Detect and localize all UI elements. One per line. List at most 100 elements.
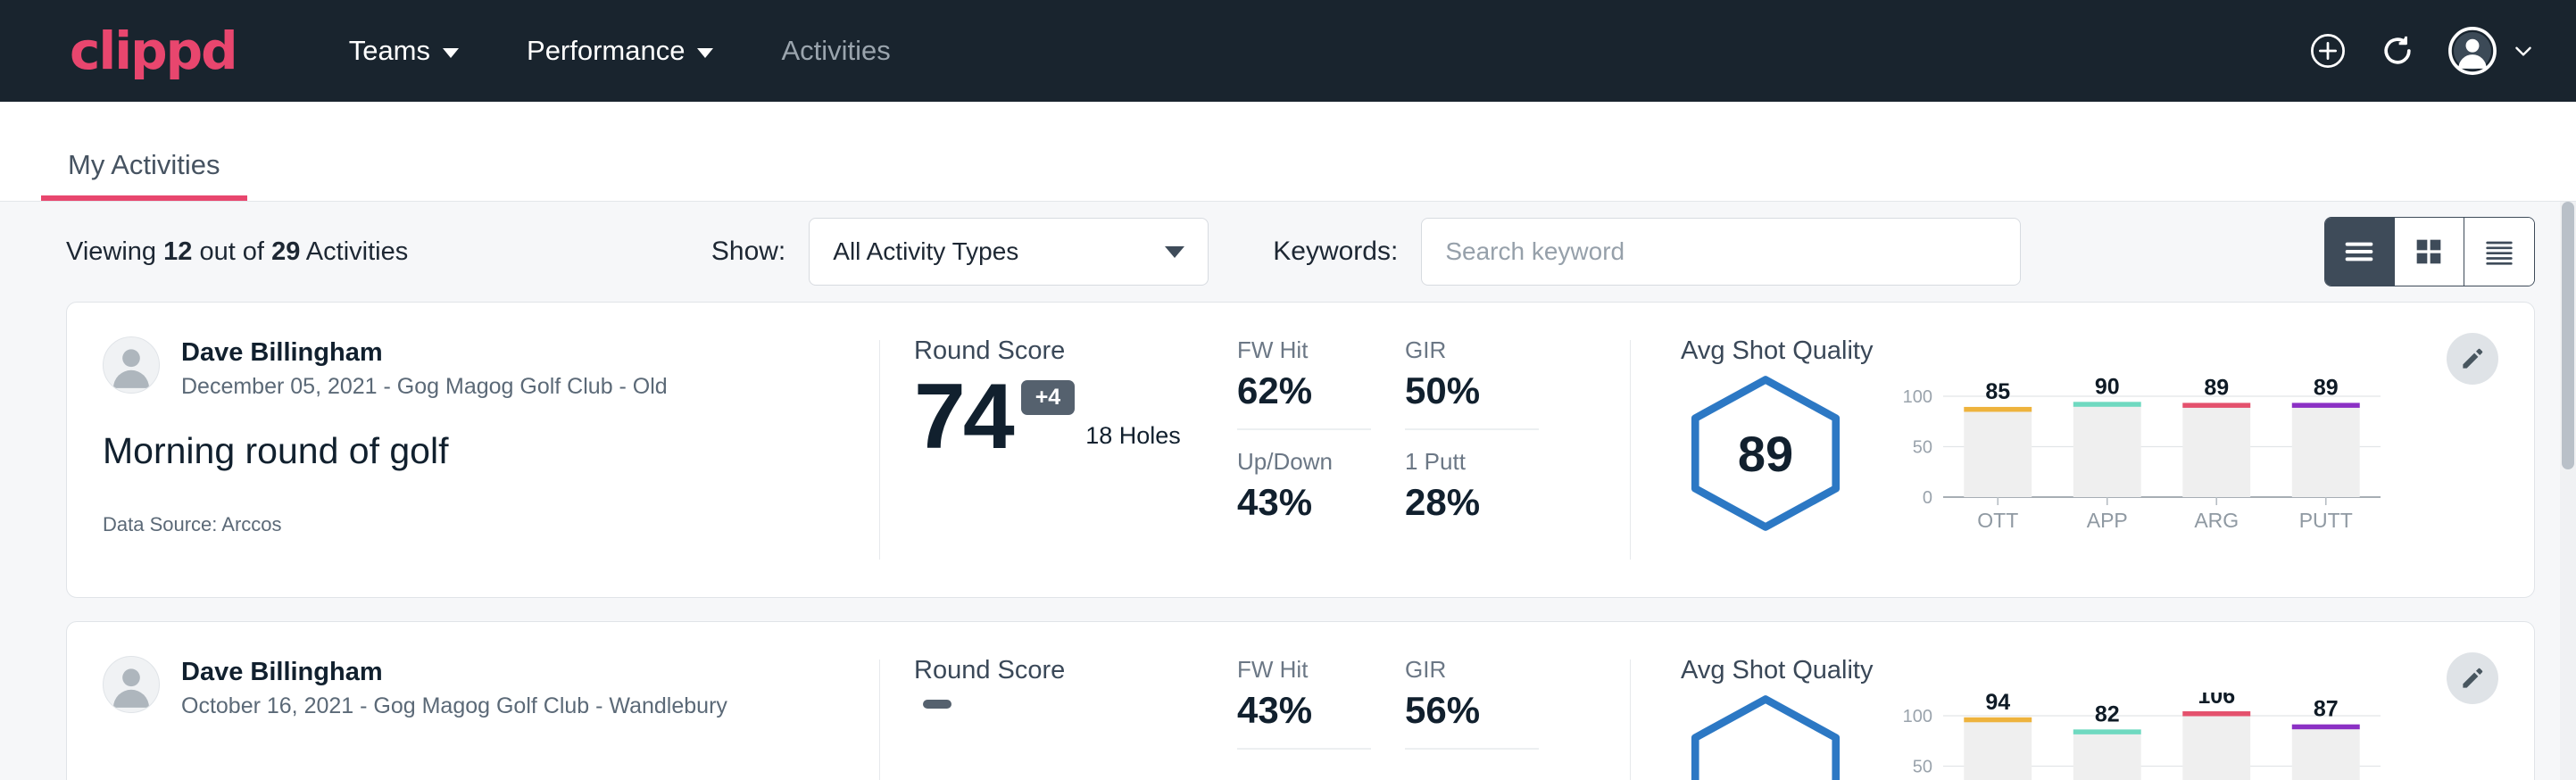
stat-one-putt xyxy=(1405,750,1539,773)
keywords-label: Keywords: xyxy=(1273,236,1398,267)
y-axis-tick: 100 xyxy=(1903,707,1932,726)
bar-app xyxy=(2073,734,2141,780)
viewing-suffix: Activities xyxy=(306,237,408,266)
account-avatar-icon xyxy=(2447,26,2497,76)
bar-cap-app xyxy=(2073,402,2141,407)
refresh-button[interactable] xyxy=(2378,31,2417,71)
tab-strip: My Activities xyxy=(0,102,2576,202)
stat-value: 50% xyxy=(1405,369,1539,412)
top-navigation-actions xyxy=(2308,26,2535,76)
edit-activity-button[interactable] xyxy=(2447,333,2498,385)
activity-type-select[interactable]: All Activity Types xyxy=(809,218,1209,286)
stat-one-putt: 1 Putt 28% xyxy=(1405,430,1539,524)
pencil-icon xyxy=(2459,665,2486,692)
plus-circle-icon xyxy=(2308,31,2347,71)
bar-arg xyxy=(2182,407,2250,497)
viewing-count: 12 xyxy=(163,237,192,266)
round-score-row xyxy=(914,694,1237,709)
stat-label: FW Hit xyxy=(1237,656,1371,684)
bar-putt xyxy=(2292,407,2360,497)
top-navigation-bar: clippd Teams Performance Activities xyxy=(0,0,2576,102)
activity-list-scroll-region: Dave Billingham December 05, 2021 - Gog … xyxy=(0,302,2576,780)
tab-my-activities[interactable]: My Activities xyxy=(41,149,247,201)
round-score-label: Round Score xyxy=(914,656,1237,685)
activity-card[interactable]: Dave Billingham October 16, 2021 - Gog M… xyxy=(66,621,2535,780)
search-input[interactable] xyxy=(1421,218,2021,286)
round-score-section: Round Score 74 +4 18 Holes xyxy=(880,303,1237,597)
chevron-down-icon xyxy=(443,48,459,58)
quality-score-value xyxy=(1681,693,1850,780)
stat-value: 43% xyxy=(1237,689,1371,732)
pencil-icon xyxy=(2459,345,2486,372)
bar-value-label: 94 xyxy=(1985,693,2010,715)
bar-arg xyxy=(2182,716,2250,780)
round-score-value: 74 xyxy=(914,375,1012,461)
bar-cap-ott xyxy=(1964,718,2032,723)
activity-card[interactable]: Dave Billingham December 05, 2021 - Gog … xyxy=(66,302,2535,598)
round-score-label: Round Score xyxy=(914,336,1237,366)
bar-cap-putt xyxy=(2292,402,2360,408)
bar-cap-putt xyxy=(2292,725,2360,730)
activity-type-value: All Activity Types xyxy=(833,237,1018,266)
bar-value-label: 106 xyxy=(2198,693,2235,709)
stat-label: GIR xyxy=(1405,336,1539,364)
activity-data-source: Data Source: Arccos xyxy=(103,513,879,536)
bar-cap-ott xyxy=(1964,407,2032,412)
activity-title: Morning round of golf xyxy=(103,430,879,472)
view-mode-compact-button[interactable] xyxy=(2464,218,2534,286)
avg-shot-quality-section: Avg Shot Quality 89 10050085OTT90APP89AR… xyxy=(1631,303,2534,597)
stat-fw-hit: FW Hit 43% xyxy=(1237,656,1371,750)
bar-value-label: 89 xyxy=(2314,375,2339,400)
view-mode-list-button[interactable] xyxy=(2325,218,2395,286)
activity-meta: December 05, 2021 - Gog Magog Golf Club … xyxy=(181,374,668,400)
author-name: Dave Billingham xyxy=(181,656,727,688)
list-view-icon xyxy=(2341,234,2377,270)
bar-value-label: 85 xyxy=(1985,379,2010,404)
bar-chart-svg: 10050094OTT82APP106ARG87PUTT xyxy=(1888,693,2388,780)
stat-gir: GIR 56% xyxy=(1405,656,1539,750)
stat-value: 28% xyxy=(1405,481,1539,524)
activity-card-list: Dave Billingham December 05, 2021 - Gog … xyxy=(0,302,2576,780)
avg-shot-quality-label: Avg Shot Quality xyxy=(1681,336,2534,366)
page-scrollbar[interactable] xyxy=(2560,202,2576,780)
quality-hexagon: 89 xyxy=(1681,373,1850,534)
nav-item-performance[interactable]: Performance xyxy=(493,35,747,67)
bar-cap-app xyxy=(2073,729,2141,734)
viewing-count-text: Viewing 12 out of 29 Activities xyxy=(66,237,408,267)
stat-fw-hit: FW Hit 62% xyxy=(1237,336,1371,430)
stat-label: 1 Putt xyxy=(1405,448,1539,476)
stat-up-down: Up/Down 43% xyxy=(1237,430,1371,524)
show-label: Show: xyxy=(711,236,785,267)
add-activity-button[interactable] xyxy=(2308,31,2347,71)
score-differential-badge: +4 xyxy=(1021,380,1076,415)
stat-label: FW Hit xyxy=(1237,336,1371,364)
activity-meta: October 16, 2021 - Gog Magog Golf Club -… xyxy=(181,693,727,719)
filter-toolbar: Viewing 12 out of 29 Activities Show: Al… xyxy=(0,202,2576,302)
bar-app xyxy=(2073,406,2141,497)
bar-value-label: 87 xyxy=(2314,697,2339,722)
x-axis-tick: OTT xyxy=(1977,509,2018,532)
x-axis-tick: APP xyxy=(2087,509,2128,532)
nav-item-teams-label: Teams xyxy=(349,35,430,67)
edit-activity-button[interactable] xyxy=(2447,652,2498,704)
bar-ott xyxy=(1964,722,2032,780)
quality-score-value: 89 xyxy=(1681,373,1850,534)
clippd-logo[interactable]: clippd xyxy=(70,25,237,77)
nav-item-activities[interactable]: Activities xyxy=(747,35,924,67)
main-nav: Teams Performance Activities xyxy=(315,35,925,67)
nav-item-teams[interactable]: Teams xyxy=(315,35,493,67)
filter-controls: Show: All Activity Types Keywords: xyxy=(711,218,2021,286)
avg-shot-quality-label: Avg Shot Quality xyxy=(1681,656,2534,685)
account-menu-button[interactable] xyxy=(2447,26,2535,76)
shot-quality-bar-chart: 10050094OTT82APP106ARG87PUTT xyxy=(1888,693,2388,780)
chevron-down-icon xyxy=(1165,246,1184,258)
avg-shot-quality-body: 10050094OTT82APP106ARG87PUTT xyxy=(1681,693,2534,780)
stat-gir: GIR 50% xyxy=(1405,336,1539,430)
viewing-mid: out of xyxy=(199,237,264,266)
view-mode-toggle-group xyxy=(2324,217,2535,286)
view-mode-grid-button[interactable] xyxy=(2395,218,2464,286)
activity-author: Dave Billingham October 16, 2021 - Gog M… xyxy=(103,656,879,719)
x-axis-tick: PUTT xyxy=(2299,509,2353,532)
scrollbar-thumb[interactable] xyxy=(2562,202,2574,469)
avatar xyxy=(103,336,160,394)
